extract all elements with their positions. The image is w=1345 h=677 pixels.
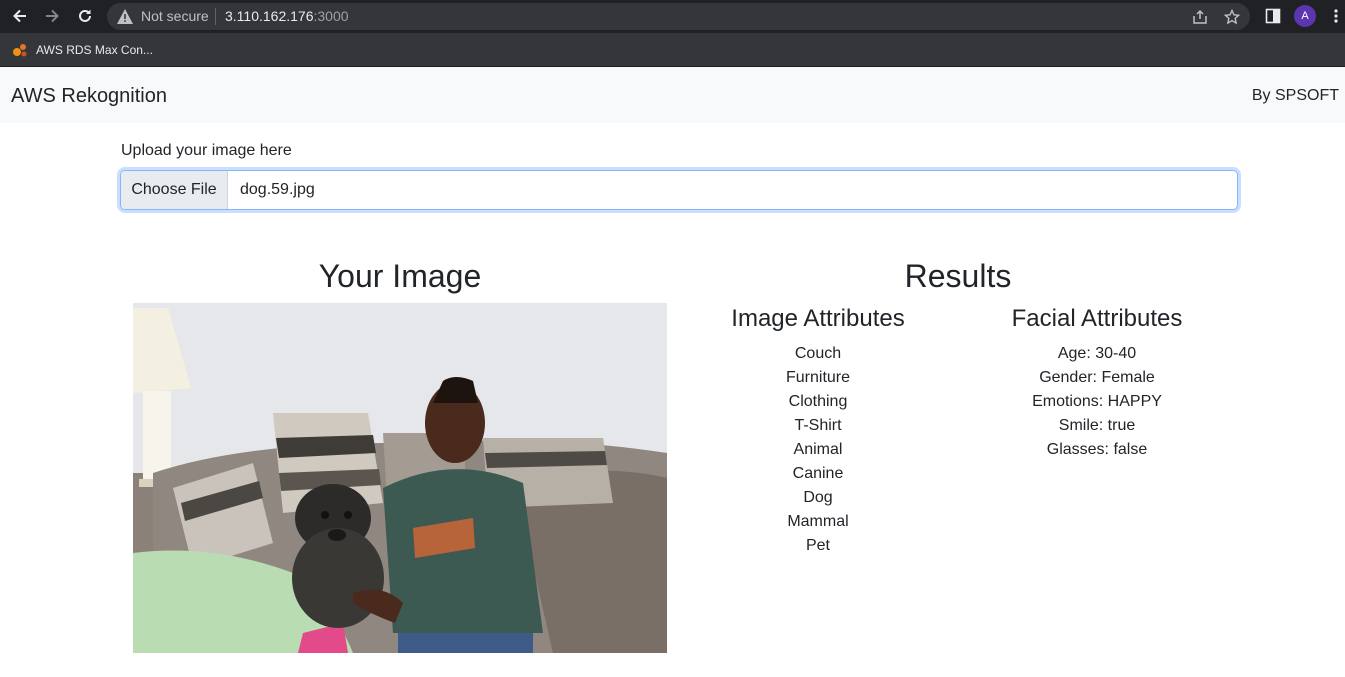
back-arrow-icon [13,9,26,23]
back-button[interactable] [9,5,31,27]
list-item: Couch [794,345,842,362]
facial-attributes-list: Age: 30-40 Gender: Female Emotions: HAPP… [987,342,1207,462]
forward-button[interactable] [41,5,63,27]
more-vertical-icon [1334,9,1338,23]
address-bar[interactable]: Not secure 3.110.162.176:3000 [107,3,1250,30]
brand-title[interactable]: AWS Rekognition [11,85,167,108]
security-status[interactable]: Not secure [141,8,209,24]
browser-toolbar: Not secure 3.110.162.176:3000 A [0,0,1345,33]
share-icon[interactable] [1190,7,1210,27]
list-item: Glasses: false [1046,441,1148,458]
side-panel-icon [1265,8,1281,24]
divider [215,8,216,25]
bookmarks-bar: AWS RDS Max Con... [0,33,1345,67]
facial-attributes-heading: Facial Attributes [1011,305,1183,332]
reload-icon [79,9,91,22]
list-item: Pet [805,537,830,554]
profile-button[interactable]: A [1294,5,1316,27]
list-item: Animal [793,441,843,458]
list-item: Dog [803,489,833,506]
side-panel-button[interactable] [1262,5,1284,27]
list-item: Mammal [787,513,849,530]
bookmark-label: AWS RDS Max Con... [36,43,153,57]
url-text[interactable]: 3.110.162.176:3000 [225,8,349,24]
warning-icon [117,9,133,24]
list-item: T-Shirt [794,417,842,434]
list-item: Emotions: HAPPY [1032,393,1162,410]
list-item: Age: 30-40 [1057,345,1137,362]
list-item: Canine [792,465,844,482]
avatar: A [1294,5,1316,27]
uploaded-image [133,303,667,653]
uploaded-photo-illustration [133,303,667,653]
choose-file-button[interactable]: Choose File [121,171,228,209]
url-port: :3000 [313,8,349,24]
list-item: Clothing [788,393,848,410]
list-item: Furniture [785,369,851,386]
url-host: 3.110.162.176 [225,8,314,24]
list-item: Gender: Female [1039,369,1155,386]
bookmark-star-icon[interactable] [1222,7,1242,27]
bookmark-favicon-icon [13,44,27,57]
bookmark-item[interactable]: AWS RDS Max Con... [12,40,153,60]
facial-attributes-panel: Facial Attributes Age: 30-40 Gender: Fem… [987,304,1207,462]
selected-file-name: dog.59.jpg [240,181,315,198]
app-navbar: AWS Rekognition By SPSOFT [0,67,1345,123]
image-attributes-heading: Image Attributes [731,305,905,332]
byline: By SPSOFT [1251,87,1339,104]
list-item: Smile: true [1058,417,1136,434]
image-attributes-list: Couch Furniture Clothing T-Shirt Animal … [708,342,928,558]
image-attributes-panel: Image Attributes Couch Furniture Clothin… [708,304,928,558]
upload-label: Upload your image here [121,142,292,159]
reload-button[interactable] [74,5,96,27]
results-heading: Results [904,258,1012,294]
menu-button[interactable] [1328,5,1344,27]
file-input[interactable]: Choose File dog.59.jpg [120,170,1238,210]
forward-arrow-icon [46,9,59,23]
your-image-heading: Your Image [318,258,482,294]
